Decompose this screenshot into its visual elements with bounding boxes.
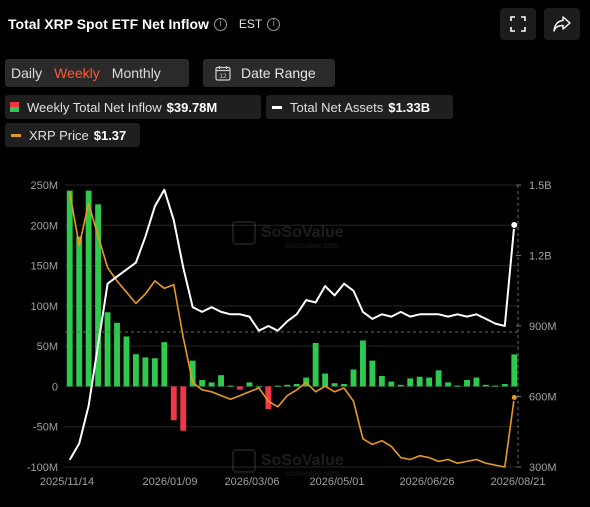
inflow-bar: [180, 386, 187, 431]
x-tick-label: 2026/05/01: [309, 476, 364, 488]
watermark-top: SoSoValue sosovalue.com: [232, 221, 344, 250]
x-tick-label: 2026/08/21: [490, 476, 545, 488]
inflow-bar: [85, 190, 92, 387]
x-tick-label: 2026/01/09: [142, 476, 197, 488]
inflow-bar: [360, 340, 366, 387]
inflow-bar: [66, 190, 73, 387]
chart-area[interactable]: SoSoValue sosovalue.com SoSoValue sosova…: [0, 0, 590, 507]
inflow-bar: [369, 360, 376, 387]
inflow-bar: [350, 369, 357, 387]
inflow-bar: [464, 379, 470, 387]
inflow-bar: [142, 357, 149, 387]
y-left-tick-label: 100M: [30, 301, 58, 313]
inflow-bar: [170, 386, 177, 421]
y-right-tick-label: 1.5B: [529, 180, 552, 192]
watermark-logo-icon: [232, 449, 256, 473]
y-right-tick-label: 900M: [529, 321, 557, 333]
inflow-bar: [341, 384, 347, 387]
inflow-bar: [445, 382, 451, 387]
inflow-bar: [312, 342, 319, 387]
inflow-bar: [511, 354, 518, 387]
y-right-tick-label: 1.2B: [529, 251, 552, 263]
inflow-bar: [218, 375, 224, 387]
inflow-bar: [473, 377, 480, 387]
inflow-bar: [331, 383, 338, 387]
inflow-bar: [274, 385, 281, 387]
inflow-bar: [151, 358, 158, 387]
inflow-bar: [482, 384, 489, 387]
watermark-bottom: SoSoValue sosovalue.com: [232, 449, 344, 478]
y-right-tick-label: 300M: [529, 462, 557, 474]
inflow-bar: [237, 386, 243, 390]
inflow-bar: [397, 384, 404, 387]
inflow-bar: [454, 385, 461, 387]
inflow-bar: [123, 336, 130, 387]
inflow-bar: [435, 370, 442, 387]
y-left-tick-label: 0: [52, 381, 58, 393]
inflow-bar: [227, 385, 234, 387]
watermark-brand: SoSoValue: [261, 224, 344, 241]
inflow-bar: [161, 342, 168, 387]
inflow-bar: [426, 377, 433, 387]
x-tick-label: 2026/06/26: [399, 476, 454, 488]
inflow-bar: [501, 384, 508, 387]
y-left-tick-label: -50M: [33, 422, 58, 434]
x-tick-label: 2025/11/14: [40, 476, 94, 488]
inflow-bar: [246, 382, 253, 387]
y-left-tick-label: -100M: [27, 462, 58, 474]
inflow-bar: [208, 382, 215, 387]
inflow-bar: [378, 375, 385, 387]
y-left-tick-label: 250M: [30, 180, 58, 192]
y-left-tick-label: 150M: [30, 261, 58, 273]
watermarks: SoSoValue sosovalue.com SoSoValue sosova…: [232, 221, 344, 478]
inflow-bar: [492, 385, 499, 387]
chart-svg: SoSoValue sosovalue.com SoSoValue sosova…: [27, 180, 557, 488]
inflow-bar: [416, 376, 423, 387]
inflow-bar: [199, 379, 206, 387]
inflow-bar: [293, 384, 300, 387]
inflow-bar: [388, 381, 395, 387]
inflow-bar: [104, 312, 111, 387]
y-right-tick-label: 600M: [529, 392, 557, 404]
price-end-marker: [510, 393, 518, 401]
inflow-bar: [76, 236, 83, 387]
watermark-sub: sosovalue.com: [285, 241, 339, 250]
assets-end-marker: [510, 220, 519, 229]
x-tick-label: 2026/03/06: [224, 476, 279, 488]
inflow-bar: [133, 354, 139, 387]
inflow-bar: [284, 384, 291, 387]
inflow-bar: [322, 373, 329, 387]
y-left-tick-label: 200M: [30, 220, 58, 232]
inflow-bar: [407, 378, 414, 387]
y-left-tick-label: 50M: [37, 341, 58, 353]
watermark-brand: SoSoValue: [261, 452, 344, 469]
